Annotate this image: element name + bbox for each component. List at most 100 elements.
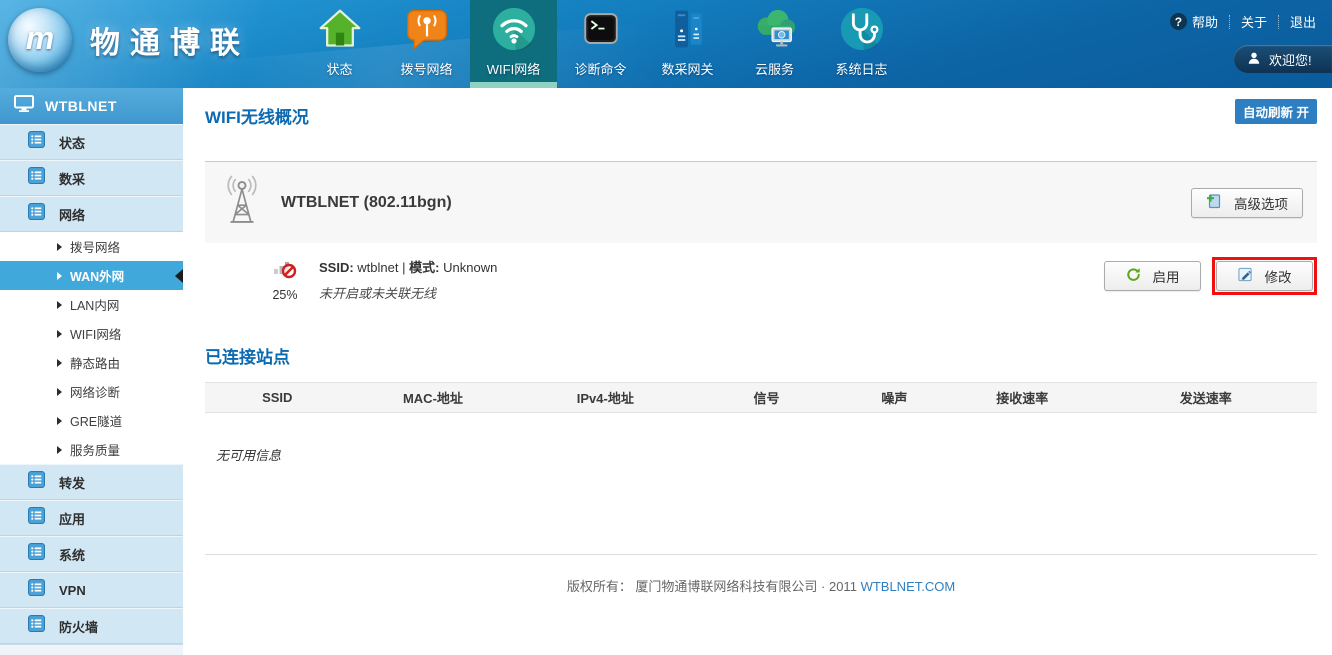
sidebar-item-dialup-network[interactable]: 拨号网络 xyxy=(0,232,183,261)
ssid-info: SSID: wtblnet | 模式: Unknown 未开启或未关联无线 xyxy=(319,255,497,302)
advanced-options-label: 高级选项 xyxy=(1234,193,1288,213)
nav-item-cloud-service[interactable]: 云服务 xyxy=(731,0,818,88)
advanced-options-button[interactable]: 高级选项 xyxy=(1191,188,1303,218)
sidebar-item-wifi-network[interactable]: WIFI网络 xyxy=(0,319,183,348)
nav-item-system-log[interactable]: 系统日志 xyxy=(818,0,905,88)
refresh-icon xyxy=(1126,267,1141,285)
arrow-right-icon xyxy=(57,388,62,396)
add-page-icon xyxy=(1206,193,1222,212)
list-icon xyxy=(28,507,45,529)
top-header-bar: m 物通博联 状态 xyxy=(0,0,1332,88)
arrow-right-icon xyxy=(57,359,62,367)
antenna-icon xyxy=(221,175,263,230)
sidebar-item-wan[interactable]: WAN外网 xyxy=(0,261,183,290)
cloud-icon xyxy=(751,5,799,53)
column-ssid: SSID xyxy=(205,383,350,413)
column-signal: 信号 xyxy=(694,383,839,413)
column-mac-address: MAC-地址 xyxy=(350,383,517,413)
list-icon xyxy=(28,579,45,601)
user-icon xyxy=(1247,51,1261,68)
list-icon xyxy=(28,615,45,637)
server-icon xyxy=(664,5,712,53)
sidebar-item-network[interactable]: 网络 xyxy=(0,196,183,232)
help-link[interactable]: 帮助 xyxy=(1192,12,1218,31)
enable-label: 启用 xyxy=(1153,266,1180,286)
modify-label: 修改 xyxy=(1265,266,1292,286)
router-admin-screen: m 物通博联 状态 xyxy=(0,0,1332,655)
logo-letter: m xyxy=(26,20,54,57)
main-content: WIFI无线概况 自动刷新 开 WTBLNET (802.11bgn) xyxy=(183,88,1332,655)
sidebar-item-network-diagnostics[interactable]: 网络诊断 xyxy=(0,377,183,406)
sidebar-item-system[interactable]: 系统 xyxy=(0,536,183,572)
sidebar-item-data-collection[interactable]: 数采 xyxy=(0,160,183,196)
brand-logo: m 物通博联 xyxy=(8,8,250,72)
wifi-status-row: 25% SSID: wtblnet | 模式: Unknown 未开启或未关联无… xyxy=(205,243,1317,313)
wifi-action-buttons: 启用 修改 xyxy=(1104,257,1317,295)
signal-percent: 25% xyxy=(272,288,297,302)
modify-button-highlight: 修改 xyxy=(1212,257,1317,295)
wifi-network-name: WTBLNET (802.11bgn) xyxy=(281,194,452,212)
sidebar-device-name: WTBLNET xyxy=(45,98,117,114)
mode-label: 模式: xyxy=(409,260,439,275)
arrow-right-icon xyxy=(57,301,62,309)
modify-button[interactable]: 修改 xyxy=(1216,261,1313,291)
auto-refresh-toggle[interactable]: 自动刷新 开 xyxy=(1235,99,1317,124)
ssid-divider: | xyxy=(402,260,405,275)
list-icon xyxy=(28,543,45,565)
nav-item-dialup-network[interactable]: 拨号网络 xyxy=(383,0,470,88)
logout-link[interactable]: 退出 xyxy=(1290,12,1316,31)
wifi-icon xyxy=(490,5,538,53)
copyright-text: 版权所有： 厦门物通博联网络科技有限公司 · 2011 xyxy=(567,579,857,594)
nav-item-diagnostic-command[interactable]: 诊断命令 xyxy=(557,0,644,88)
arrow-right-icon xyxy=(57,243,62,251)
sidebar-next-row-partial xyxy=(0,644,183,655)
wifi-overview-panel: WTBLNET (802.11bgn) 高级选项 xyxy=(205,161,1317,243)
no-data-message: 无可用信息 xyxy=(216,445,1317,464)
sidebar-item-firewall[interactable]: 防火墙 xyxy=(0,608,183,644)
sidebar-item-qos[interactable]: 服务质量 xyxy=(0,435,183,464)
connected-stations-title: 已连接站点 xyxy=(205,343,1317,368)
list-icon xyxy=(28,131,45,153)
sidebar-item-status[interactable]: 状态 xyxy=(0,124,183,160)
sidebar-item-forwarding[interactable]: 转发 xyxy=(0,464,183,500)
column-ipv4-address: IPv4-地址 xyxy=(516,383,694,413)
brand-name: 物通博联 xyxy=(90,18,250,62)
list-icon xyxy=(28,203,45,225)
sidebar-item-lan[interactable]: LAN内网 xyxy=(0,290,183,319)
footer-link[interactable]: WTBLNET.COM xyxy=(861,579,956,594)
nav-item-data-gateway[interactable]: 数采网关 xyxy=(644,0,731,88)
enable-button[interactable]: 启用 xyxy=(1104,261,1201,291)
welcome-label: 欢迎您! xyxy=(1269,50,1312,69)
signal-disabled-icon xyxy=(273,255,297,284)
table-header-row: SSID MAC-地址 IPv4-地址 信号 噪声 接收速率 发送速率 xyxy=(205,383,1317,413)
column-rx-rate: 接收速率 xyxy=(950,383,1095,413)
terminal-icon xyxy=(577,5,625,53)
column-noise: 噪声 xyxy=(839,383,950,413)
link-divider xyxy=(1229,15,1230,29)
mode-value: Unknown xyxy=(443,260,497,275)
wifi-status-text: 未开启或未关联无线 xyxy=(319,283,497,302)
home-icon xyxy=(316,5,364,53)
arrow-right-icon xyxy=(57,330,62,338)
signal-strength-block: 25% xyxy=(263,255,307,302)
question-icon: ? xyxy=(1170,13,1187,30)
list-icon xyxy=(28,167,45,189)
sidebar-item-gre-tunnel[interactable]: GRE隧道 xyxy=(0,406,183,435)
sidebar-item-static-route[interactable]: 静态路由 xyxy=(0,348,183,377)
arrow-right-icon xyxy=(57,417,62,425)
about-link[interactable]: 关于 xyxy=(1241,12,1267,31)
sidebar-header: WTBLNET xyxy=(0,88,183,124)
sidebar-item-vpn[interactable]: VPN xyxy=(0,572,183,608)
link-divider xyxy=(1278,15,1279,29)
edit-icon xyxy=(1238,267,1253,285)
welcome-user-button[interactable]: 欢迎您! xyxy=(1234,45,1332,73)
globe-logo-icon: m xyxy=(8,8,72,72)
stethoscope-icon xyxy=(838,5,886,53)
sidebar-item-applications[interactable]: 应用 xyxy=(0,500,183,536)
dialup-icon xyxy=(403,5,451,53)
top-navigation: 状态 拨号网络 xyxy=(296,0,905,88)
footer: 版权所有： 厦门物通博联网络科技有限公司 · 2011 WTBLNET.COM xyxy=(205,554,1317,595)
nav-item-status[interactable]: 状态 xyxy=(296,0,383,88)
list-icon xyxy=(28,471,45,493)
nav-item-wifi-network[interactable]: WIFI网络 xyxy=(470,0,557,88)
